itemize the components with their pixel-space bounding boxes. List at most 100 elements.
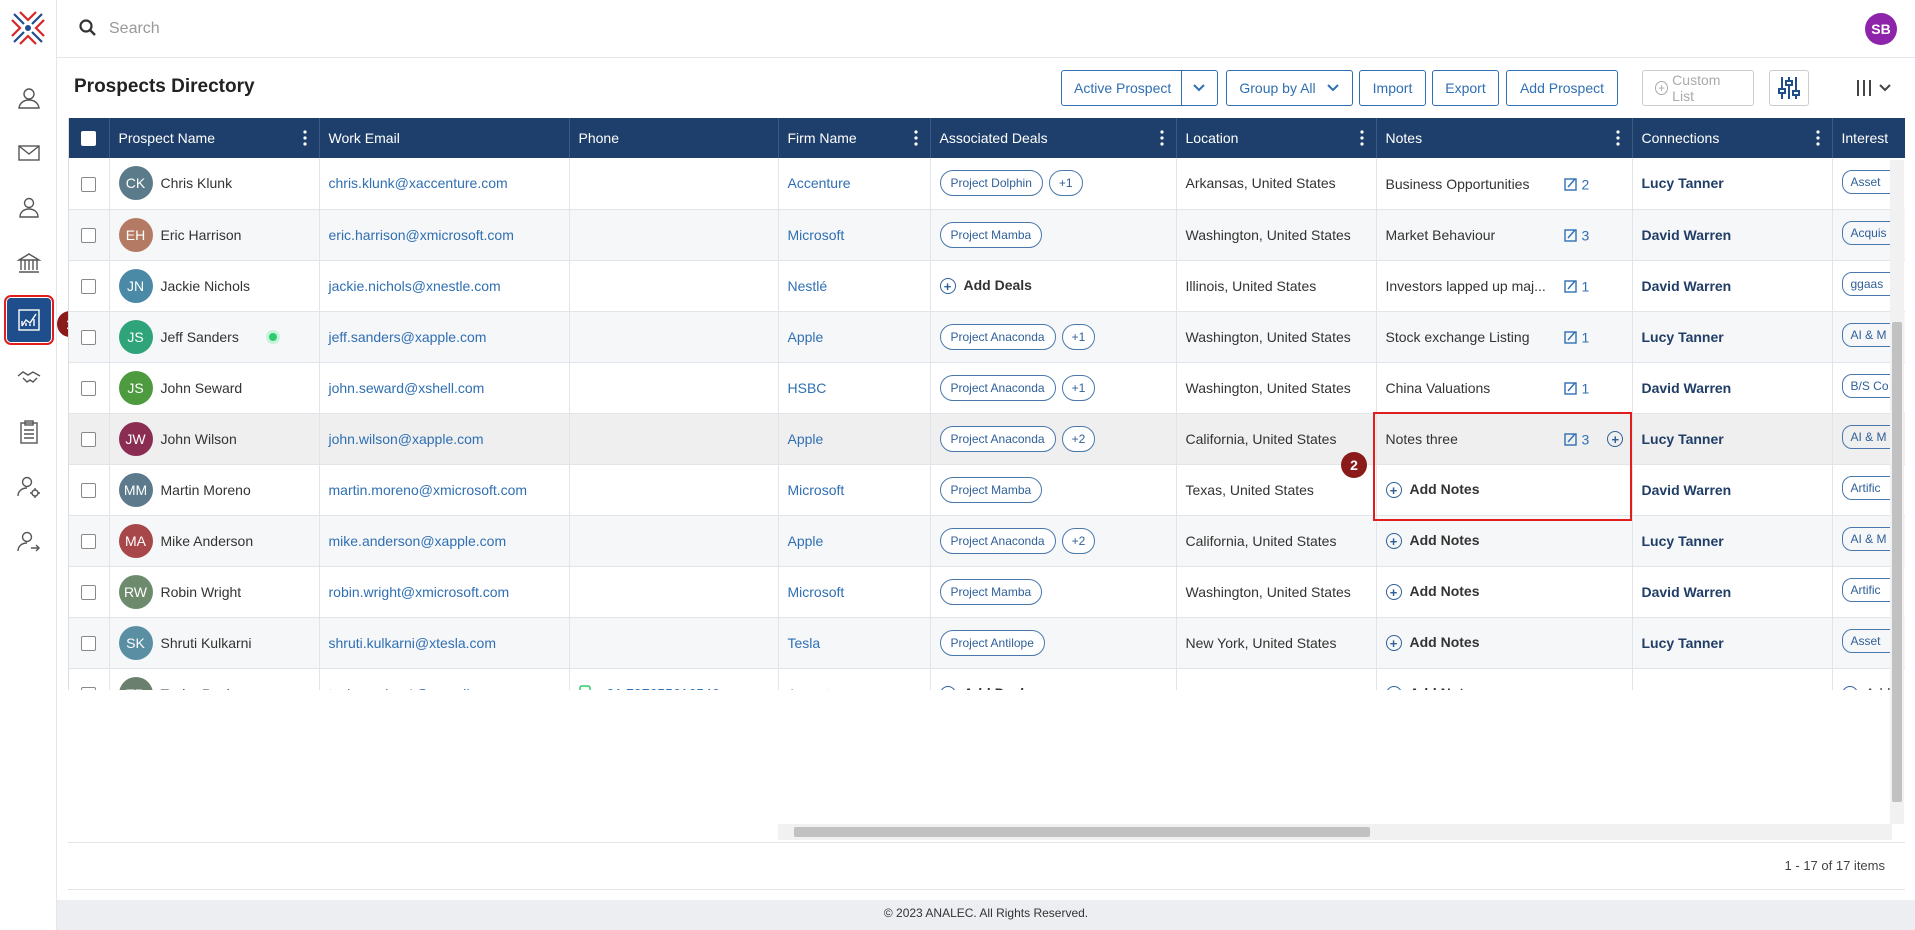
col-header[interactable]: Work Email: [319, 118, 570, 158]
firm-name-link[interactable]: Apple: [788, 329, 824, 345]
column-chooser-button[interactable]: [1844, 70, 1904, 106]
more-deals-chip[interactable]: +1: [1048, 170, 1083, 197]
more-deals-chip[interactable]: +1: [1061, 374, 1096, 401]
connection-name[interactable]: Lucy Tanner: [1642, 635, 1724, 651]
note-text[interactable]: Stock exchange Listing: [1386, 329, 1564, 345]
prospect-name-cell[interactable]: CK Chris Klunk: [109, 158, 320, 210]
firm-name-link[interactable]: Microsoft: [788, 227, 845, 243]
deal-chip[interactable]: Project Mamba: [939, 476, 1043, 503]
prospect-name[interactable]: Mike Anderson: [161, 533, 254, 549]
edit-note-icon[interactable]: [1563, 228, 1578, 242]
deal-chip[interactable]: Project Anaconda: [939, 527, 1056, 554]
note-count[interactable]: 1: [1582, 380, 1590, 396]
vertical-scrollbar[interactable]: [1890, 160, 1904, 824]
firm-name-link[interactable]: Accenture: [788, 686, 851, 691]
work-email-link[interactable]: john.wilson@xapple.com: [329, 431, 484, 447]
row-checkbox[interactable]: [81, 533, 96, 549]
firm-name-link[interactable]: Microsoft: [788, 482, 845, 498]
sidebar-item-user-assign[interactable]: [7, 520, 51, 564]
edit-note-icon[interactable]: [1563, 330, 1578, 344]
work-email-link[interactable]: john.seward@xshell.com: [329, 380, 485, 396]
table-row[interactable]: JN Jackie Nichols jackie.nichols@xnestle.c…: [69, 260, 1905, 312]
prospect-name[interactable]: John Seward: [161, 380, 243, 396]
col-header[interactable]: Interest: [1832, 118, 1905, 158]
work-email-link[interactable]: martin.moreno@xmicrosoft.com: [329, 482, 528, 498]
prospect-name-cell[interactable]: SK Shruti Kulkarni: [109, 617, 320, 669]
col-header[interactable]: Associated Deals: [930, 118, 1177, 158]
edit-note-icon[interactable]: [1563, 279, 1578, 293]
prospect-name[interactable]: Shruti Kulkarni: [161, 635, 252, 651]
kebab-menu-icon[interactable]: [302, 130, 307, 146]
horizontal-scroll-thumb[interactable]: [794, 827, 1370, 837]
add-deals-button[interactable]: + Add Deals: [939, 685, 1032, 690]
connection-name[interactable]: Lucy Tanner: [1642, 175, 1724, 191]
connection-name[interactable]: David Warren: [1642, 227, 1732, 243]
add-notes-button[interactable]: + Add Notes: [1385, 634, 1480, 652]
prospect-name-cell[interactable]: MA Mike Anderson: [109, 515, 320, 567]
table-row[interactable]: JS John Seward john.seward@xshell.com HSBC P…: [69, 362, 1905, 414]
note-count[interactable]: 3: [1582, 227, 1590, 243]
sidebar-item-tasks[interactable]: [7, 410, 51, 454]
table-row[interactable]: TR Taylor Rockey taylor.rockey1@xsaudiaram…: [69, 668, 1905, 690]
row-checkbox[interactable]: [81, 584, 96, 600]
work-email-link[interactable]: robin.wright@xmicrosoft.com: [329, 584, 510, 600]
table-row[interactable]: JS Jeff Sanders jeff.sanders@xapple.com App…: [69, 311, 1905, 363]
sidebar-item-user-settings[interactable]: [7, 465, 51, 509]
firm-name-link[interactable]: Tesla: [788, 635, 821, 651]
note-text[interactable]: Business Opportunities: [1386, 176, 1564, 192]
import-button[interactable]: Import: [1359, 70, 1426, 106]
sidebar-item-contacts[interactable]: [7, 76, 51, 120]
group-by-dropdown[interactable]: Group by All: [1226, 70, 1353, 106]
more-deals-chip[interactable]: +2: [1061, 527, 1096, 554]
note-count[interactable]: 3: [1582, 431, 1590, 447]
work-email-link[interactable]: jeff.sanders@xapple.com: [329, 329, 487, 345]
select-all-checkbox[interactable]: [81, 131, 96, 147]
vertical-scroll-thumb[interactable]: [1892, 322, 1902, 802]
phone-number[interactable]: +91 797655616546: [599, 686, 720, 690]
table-row[interactable]: MA Mike Anderson mike.anderson@xapple.com A…: [69, 515, 1905, 567]
add-prospect-button[interactable]: Add Prospect: [1506, 70, 1618, 106]
prospect-name-cell[interactable]: TR Taylor Rockey: [109, 668, 320, 691]
add-interest-button[interactable]: + Add: [1841, 685, 1890, 690]
kebab-menu-icon[interactable]: [1159, 130, 1164, 146]
col-header[interactable]: Phone: [569, 118, 779, 158]
kebab-menu-icon[interactable]: [1615, 130, 1620, 146]
table-row[interactable]: EH Eric Harrison eric.harrison@xmicrosoft.…: [69, 209, 1905, 261]
edit-note-icon[interactable]: [1563, 177, 1578, 191]
connection-name[interactable]: Lucy Tanner: [1642, 431, 1724, 447]
filter-settings-button[interactable]: [1769, 70, 1809, 106]
prospect-name-cell[interactable]: JS John Seward: [109, 362, 320, 414]
sidebar-item-prospects[interactable]: [4, 295, 54, 345]
col-header[interactable]: Notes: [1376, 118, 1633, 158]
kebab-menu-icon[interactable]: [1815, 130, 1820, 146]
deal-chip[interactable]: Project Mamba: [939, 578, 1043, 605]
row-checkbox[interactable]: [81, 329, 96, 345]
prospect-name[interactable]: Taylor Rockey: [161, 686, 249, 691]
sidebar-item-institutions[interactable]: [7, 241, 51, 285]
table-row[interactable]: RW Robin Wright robin.wright@xmicrosoft.co…: [69, 566, 1905, 618]
table-row[interactable]: CK Chris Klunk chris.klunk@xaccenture.com A…: [69, 158, 1905, 210]
col-header[interactable]: Connections: [1632, 118, 1833, 158]
more-deals-chip[interactable]: +2: [1061, 425, 1096, 452]
note-text[interactable]: Market Behaviour: [1386, 227, 1564, 243]
deal-chip[interactable]: Project Anaconda: [939, 323, 1056, 350]
deal-chip[interactable]: Project Anaconda: [939, 425, 1056, 452]
row-checkbox[interactable]: [81, 176, 96, 192]
active-prospect-dropdown[interactable]: Active Prospect: [1061, 70, 1218, 106]
col-header[interactable]: Prospect Name: [109, 118, 320, 158]
table-row[interactable]: MM Martin Moreno martin.moreno@xmicrosoft.…: [69, 464, 1905, 516]
connection-name[interactable]: David Warren: [1642, 278, 1732, 294]
kebab-menu-icon[interactable]: [913, 130, 918, 146]
sidebar-item-mail[interactable]: [7, 131, 51, 175]
connection-name[interactable]: David Warren: [1642, 482, 1732, 498]
add-note-icon[interactable]: +: [1607, 431, 1624, 448]
horizontal-scrollbar[interactable]: [778, 824, 1892, 840]
note-text[interactable]: China Valuations: [1386, 380, 1564, 396]
deal-chip[interactable]: Project Anaconda: [939, 374, 1056, 401]
prospect-name[interactable]: Chris Klunk: [161, 175, 233, 191]
sidebar-item-people[interactable]: [7, 186, 51, 230]
export-button[interactable]: Export: [1432, 70, 1499, 106]
firm-name-link[interactable]: HSBC: [788, 380, 827, 396]
connection-name[interactable]: Lucy Tanner: [1642, 329, 1724, 345]
prospect-name[interactable]: Martin Moreno: [161, 482, 251, 498]
